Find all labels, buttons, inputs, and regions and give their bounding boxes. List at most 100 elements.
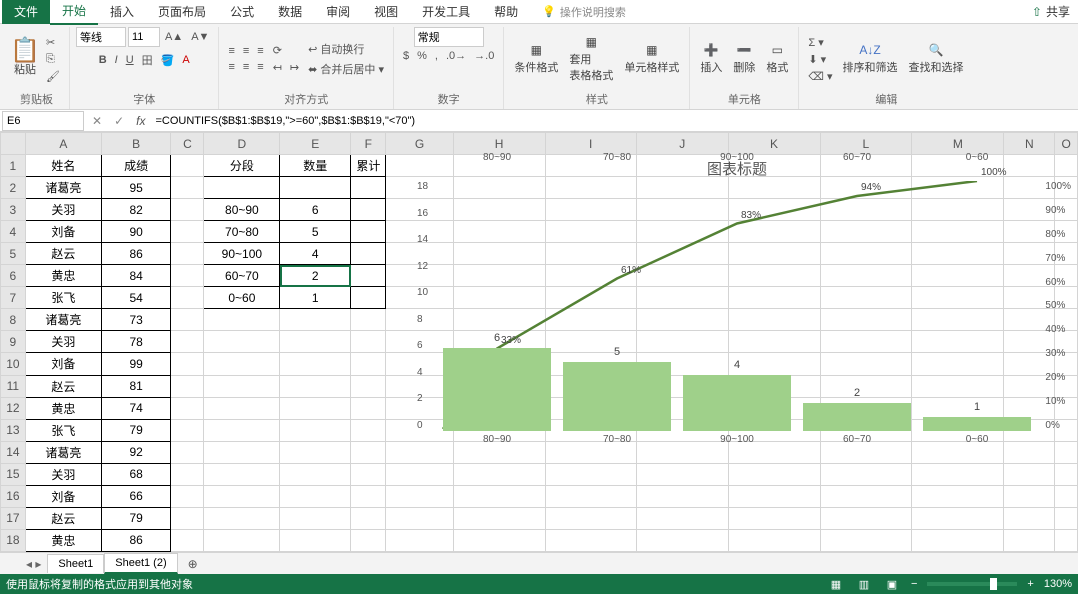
cell-I16[interactable] xyxy=(545,485,636,507)
cell-B17[interactable]: 79 xyxy=(102,507,171,529)
fill-color[interactable]: 🪣 xyxy=(158,53,178,68)
row-header-6[interactable]: 6 xyxy=(1,265,26,287)
tab-pagelayout[interactable]: 页面布局 xyxy=(146,0,218,24)
find-select[interactable]: 🔍查找和选择 xyxy=(904,41,967,77)
cell-A9[interactable]: 关羽 xyxy=(25,331,101,353)
cell-K5[interactable] xyxy=(728,243,820,265)
cell-F17[interactable] xyxy=(351,507,386,529)
cell-L15[interactable] xyxy=(820,463,912,485)
cell-M2[interactable] xyxy=(912,177,1004,199)
row-header-5[interactable]: 5 xyxy=(1,243,26,265)
cell-F11[interactable] xyxy=(351,375,386,397)
cell-N14[interactable] xyxy=(1004,441,1055,463)
row-header-18[interactable]: 18 xyxy=(1,529,26,551)
cell-B15[interactable]: 68 xyxy=(102,463,171,485)
cell-L16[interactable] xyxy=(820,485,912,507)
cell-E18[interactable] xyxy=(280,529,351,551)
cut-button[interactable]: ✂ xyxy=(43,35,63,50)
cell-O2[interactable] xyxy=(1055,177,1078,199)
cell-N6[interactable] xyxy=(1004,265,1055,287)
underline[interactable]: U xyxy=(123,53,137,67)
cell-J8[interactable] xyxy=(636,309,728,331)
cell-G17[interactable] xyxy=(386,507,453,529)
cell-B18[interactable]: 86 xyxy=(102,529,171,551)
formula-input[interactable]: =COUNTIFS($B$1:$B$19,">=60",$B$1:$B$19,"… xyxy=(151,115,1078,127)
cell-G15[interactable] xyxy=(386,463,453,485)
cell-E1[interactable]: 数量 xyxy=(280,155,351,177)
cell-O17[interactable] xyxy=(1055,507,1078,529)
sort-filter[interactable]: A↓Z排序和筛选 xyxy=(838,41,901,77)
col-header-J[interactable]: J xyxy=(636,133,728,155)
cell-E2[interactable] xyxy=(280,177,351,199)
dec-dec[interactable]: →.0 xyxy=(471,49,497,63)
cell-B12[interactable]: 74 xyxy=(102,397,171,419)
currency[interactable]: $ xyxy=(400,49,412,63)
cell-L4[interactable] xyxy=(820,221,912,243)
row-header-16[interactable]: 16 xyxy=(1,485,26,507)
cell-E12[interactable] xyxy=(280,397,351,419)
cell-F7[interactable] xyxy=(351,287,386,309)
cell-J6[interactable] xyxy=(636,265,728,287)
cell-H8[interactable] xyxy=(453,309,545,331)
center-align[interactable]: ≡ xyxy=(240,60,252,74)
row-header-7[interactable]: 7 xyxy=(1,287,26,309)
col-header-O[interactable]: O xyxy=(1055,133,1078,155)
cell-I15[interactable] xyxy=(545,463,636,485)
cell-L11[interactable] xyxy=(820,375,912,397)
percent[interactable]: % xyxy=(414,49,430,63)
cell-N2[interactable] xyxy=(1004,177,1055,199)
cell-H10[interactable] xyxy=(453,353,545,375)
cell-N16[interactable] xyxy=(1004,485,1055,507)
cell-L3[interactable] xyxy=(820,199,912,221)
cell-I6[interactable] xyxy=(545,265,636,287)
cell-L2[interactable] xyxy=(820,177,912,199)
cell-D8[interactable] xyxy=(204,309,280,331)
cell-O13[interactable] xyxy=(1055,419,1078,441)
cell-G2[interactable] xyxy=(386,177,453,199)
sheet-tab-2[interactable]: Sheet1 (2) xyxy=(104,553,177,574)
cell-K15[interactable] xyxy=(728,463,820,485)
cell-E17[interactable] xyxy=(280,507,351,529)
cell-K17[interactable] xyxy=(728,507,820,529)
cell-J3[interactable] xyxy=(636,199,728,221)
cell-M4[interactable] xyxy=(912,221,1004,243)
cell-B3[interactable]: 82 xyxy=(102,199,171,221)
cell-B13[interactable]: 79 xyxy=(102,419,171,441)
cell-E8[interactable] xyxy=(280,309,351,331)
cell-C5[interactable] xyxy=(171,243,204,265)
cell-K8[interactable] xyxy=(728,309,820,331)
cell-I8[interactable] xyxy=(545,309,636,331)
cell-F2[interactable] xyxy=(351,177,386,199)
cell-O5[interactable] xyxy=(1055,243,1078,265)
cell-N12[interactable] xyxy=(1004,397,1055,419)
cell-I14[interactable] xyxy=(545,441,636,463)
cell-H4[interactable] xyxy=(453,221,545,243)
cell-L8[interactable] xyxy=(820,309,912,331)
cell-L10[interactable] xyxy=(820,353,912,375)
cell-N13[interactable] xyxy=(1004,419,1055,441)
cell-L5[interactable] xyxy=(820,243,912,265)
zoom-slider[interactable] xyxy=(927,582,1017,586)
view-normal[interactable]: ▦ xyxy=(827,577,845,591)
cell-M8[interactable] xyxy=(912,309,1004,331)
cell-J14[interactable] xyxy=(636,441,728,463)
col-header-C[interactable]: C xyxy=(171,133,204,155)
cell-G4[interactable] xyxy=(386,221,453,243)
cell-G1[interactable] xyxy=(386,155,453,177)
format-cells[interactable]: ▭格式 xyxy=(762,41,792,77)
cell-K16[interactable] xyxy=(728,485,820,507)
cell-L1[interactable] xyxy=(820,155,912,177)
cell-A18[interactable]: 黄忠 xyxy=(25,529,101,551)
cell-M7[interactable] xyxy=(912,287,1004,309)
cell-I13[interactable] xyxy=(545,419,636,441)
cell-G9[interactable] xyxy=(386,331,453,353)
cell-H5[interactable] xyxy=(453,243,545,265)
cell-H7[interactable] xyxy=(453,287,545,309)
cell-M5[interactable] xyxy=(912,243,1004,265)
bot-align[interactable]: ≡ xyxy=(254,44,266,58)
cell-K6[interactable] xyxy=(728,265,820,287)
cell-N18[interactable] xyxy=(1004,529,1055,551)
cell-E3[interactable]: 6 xyxy=(280,199,351,221)
cell-O3[interactable] xyxy=(1055,199,1078,221)
row-header-11[interactable]: 11 xyxy=(1,375,26,397)
